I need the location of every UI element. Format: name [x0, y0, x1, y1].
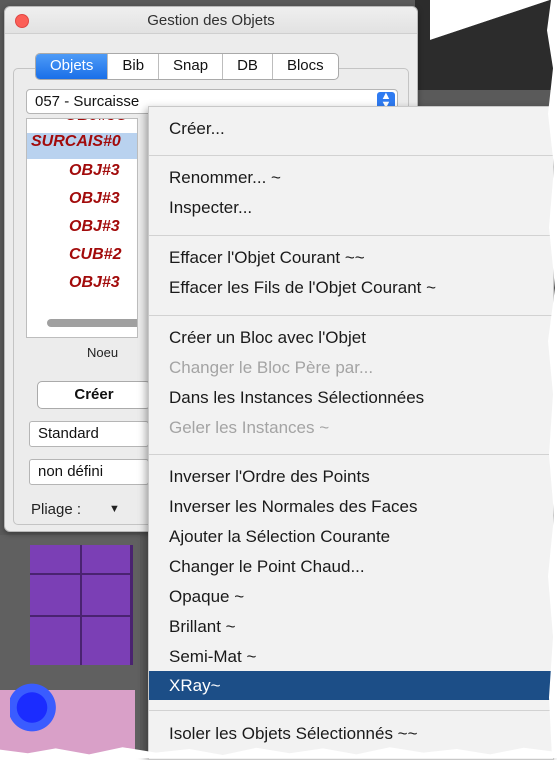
tab-objets[interactable]: Objets	[36, 54, 108, 79]
type-field[interactable]: Standard	[29, 421, 149, 447]
object-select-value: 057 - Surcaisse	[35, 93, 140, 110]
menu-separator	[149, 235, 553, 236]
menu-item-creer[interactable]: Créer...	[169, 119, 225, 139]
menu-item-effacer-objet-courant[interactable]: Effacer l'Objet Courant ~~	[169, 248, 365, 268]
tab-db[interactable]: DB	[222, 54, 272, 79]
menu-item-inverser-ordre-points[interactable]: Inverser l'Ordre des Points	[169, 467, 370, 487]
menu-item-isoler-objets[interactable]: Isoler les Objets Sélectionnés ~~	[169, 724, 418, 744]
menu-item-inspecter[interactable]: Inspecter...	[169, 198, 252, 218]
tree-row[interactable]: CUB#2	[27, 246, 137, 272]
menu-item-renommer[interactable]: Renommer... ~	[169, 168, 281, 188]
viewport-selected-points	[10, 680, 65, 735]
menu-item-brillant[interactable]: Brillant ~	[169, 617, 236, 637]
title-bar[interactable]: Gestion des Objets	[5, 7, 417, 34]
viewport-purple-object	[30, 545, 133, 665]
menu-item-instances-selectionnees[interactable]: Dans les Instances Sélectionnées	[169, 388, 424, 408]
tree-row[interactable]: OBJ#3	[27, 274, 137, 300]
menu-item-xray[interactable]: XRay~	[169, 676, 221, 696]
menu-item-opaque[interactable]: Opaque ~	[169, 587, 244, 607]
tree-row[interactable]: OBJ#3C	[27, 119, 137, 133]
menu-separator	[149, 155, 553, 156]
tab-snap[interactable]: Snap	[158, 54, 222, 79]
tab-blocs[interactable]: Blocs	[271, 54, 338, 79]
menu-item-geler-instances: Geler les Instances ~	[169, 418, 330, 437]
create-button[interactable]: Créer	[37, 381, 151, 409]
context-menu: Créer... Renommer... ~ Inspecter... Effa…	[148, 106, 554, 760]
menu-separator	[149, 454, 553, 455]
tab-bib[interactable]: Bib	[107, 54, 158, 79]
tree-row[interactable]: OBJ#3	[27, 162, 137, 188]
menu-item-effacer-fils[interactable]: Effacer les Fils de l'Objet Courant ~	[169, 278, 436, 298]
menu-separator	[149, 315, 553, 316]
tab-bar: Objets Bib Snap DB Blocs	[35, 53, 339, 80]
menu-item-semi-mat[interactable]: Semi-Mat ~	[169, 647, 256, 667]
window-title: Gestion des Objets	[147, 12, 275, 29]
fold-dropdown-arrow-icon[interactable]: ▼	[109, 503, 120, 515]
tree-row[interactable]: OBJ#3	[27, 218, 137, 244]
menu-item-changer-bloc-pere: Changer le Bloc Père par...	[169, 358, 374, 377]
viewport-dark-area	[415, 0, 557, 90]
status-field[interactable]: non défini	[29, 459, 149, 485]
tree-row-selected[interactable]: SURCAIS#0	[27, 133, 137, 159]
menu-separator	[149, 710, 553, 711]
menu-item-inverser-normales[interactable]: Inverser les Normales des Faces	[169, 497, 417, 517]
object-tree[interactable]: OBJ#3C SURCAIS#0 OBJ#3 OBJ#3 OBJ#3 CUB#2…	[26, 118, 138, 338]
fold-label: Pliage :	[31, 501, 82, 518]
menu-item-creer-bloc[interactable]: Créer un Bloc avec l'Objet	[169, 328, 366, 348]
tree-horizontal-scrollbar[interactable]	[47, 319, 137, 327]
node-label: Noeu	[87, 345, 119, 360]
tree-row[interactable]: OBJ#3	[27, 190, 137, 216]
menu-item-ajouter-selection[interactable]: Ajouter la Sélection Courante	[169, 527, 390, 547]
menu-item-changer-point-chaud[interactable]: Changer le Point Chaud...	[169, 557, 365, 577]
